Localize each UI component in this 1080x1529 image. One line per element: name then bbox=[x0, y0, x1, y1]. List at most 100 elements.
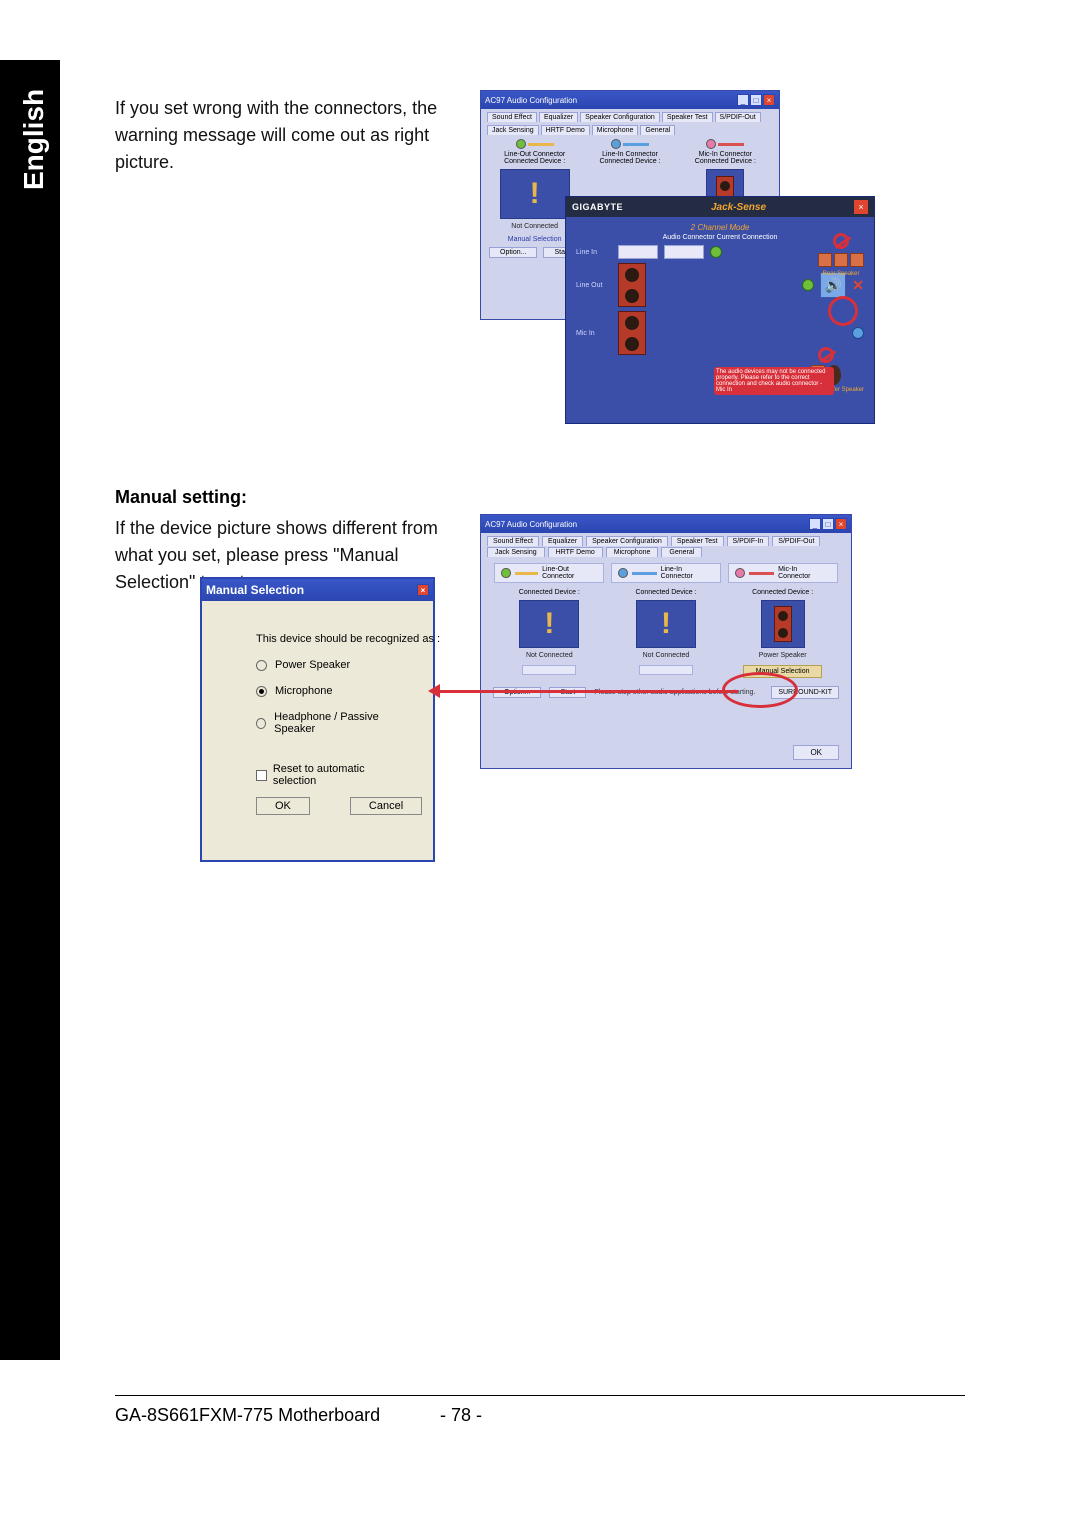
option-button-top[interactable]: Option... bbox=[489, 247, 537, 258]
tab-speaker-config-2[interactable]: Speaker Configuration bbox=[586, 536, 668, 546]
language-label: English bbox=[18, 89, 50, 190]
minimize-icon[interactable]: _ bbox=[809, 518, 821, 530]
status-3: Power Speaker bbox=[759, 652, 807, 659]
cancel-button[interactable]: Cancel bbox=[350, 797, 422, 815]
speaker-icon bbox=[618, 311, 646, 355]
tab-jack-sensing-2[interactable]: Jack Sensing bbox=[487, 547, 545, 557]
tab-sound-effect-2[interactable]: Sound Effect bbox=[487, 536, 539, 546]
exclamation-icon: ! bbox=[544, 607, 554, 641]
manual-prompt: This device should be recognized as : bbox=[256, 633, 409, 645]
line-in-label: Line-In Connector bbox=[602, 151, 658, 158]
jacksense-titlebar: GIGABYTE Jack-Sense × bbox=[566, 197, 874, 217]
maximize-icon[interactable]: □ bbox=[750, 94, 762, 106]
ok-button[interactable]: OK bbox=[256, 797, 310, 815]
pin-green-icon bbox=[802, 279, 814, 291]
footer-page-number: - 78 - bbox=[440, 1405, 482, 1426]
warning-screenshot: AC97 Audio Configuration _ □ × Sound Eff… bbox=[480, 90, 880, 425]
radio-headphone[interactable]: Headphone / Passive Speaker bbox=[256, 711, 409, 735]
ok-button-2[interactable]: OK bbox=[793, 745, 839, 760]
exclamation-icon: ! bbox=[661, 607, 671, 641]
close-icon[interactable]: × bbox=[417, 584, 429, 596]
highlight-circle bbox=[828, 296, 858, 326]
reset-auto-checkbox[interactable]: Reset to automatic selection bbox=[256, 763, 409, 787]
tab-spdif-out[interactable]: S/PDIF-Out bbox=[715, 112, 761, 122]
linein-row-label: Line In bbox=[576, 249, 612, 256]
exclamation-icon: ! bbox=[530, 177, 540, 211]
connected-device-label-1: Connected Device : bbox=[504, 158, 565, 165]
connected-device-label-2: Connected Device : bbox=[599, 158, 660, 165]
footer-divider bbox=[115, 1395, 965, 1396]
tab-row-top1: Sound Effect Equalizer Speaker Configura… bbox=[481, 109, 779, 122]
lineout-row-label: Line Out bbox=[576, 282, 612, 289]
jacksense-window: GIGABYTE Jack-Sense × 2 Channel Mode Aud… bbox=[565, 196, 875, 424]
manual-selection-title: Manual Selection bbox=[206, 583, 304, 597]
tab-sound-effect[interactable]: Sound Effect bbox=[487, 112, 537, 122]
status-2: Not Connected bbox=[643, 652, 690, 659]
maximize-icon[interactable]: □ bbox=[822, 518, 834, 530]
close-icon[interactable]: × bbox=[763, 94, 775, 106]
tab-hrtf[interactable]: HRTF Demo bbox=[541, 125, 590, 135]
cd-label-1: Connected Device : bbox=[519, 589, 580, 596]
tab-spdif-out-2[interactable]: S/PDIF-Out bbox=[772, 536, 820, 546]
minimize-icon[interactable]: _ bbox=[737, 94, 749, 106]
slot-2 bbox=[639, 665, 693, 675]
radio-power-speaker[interactable]: Power Speaker bbox=[256, 659, 409, 671]
ac97-title-text-2: AC97 Audio Configuration bbox=[485, 520, 577, 529]
warning-message: The audio devices may not be connected p… bbox=[714, 367, 834, 395]
tab-spdif-in-2[interactable]: S/PDIF-In bbox=[727, 536, 770, 546]
cd-label-2: Connected Device : bbox=[635, 589, 696, 596]
not-connected-1: Not Connected bbox=[511, 223, 558, 230]
speaker-icon bbox=[618, 263, 646, 307]
status-1: Not Connected bbox=[526, 652, 573, 659]
ac97-titlebar-top: AC97 Audio Configuration _ □ × bbox=[481, 91, 779, 109]
line-in-hdr: Line-In Connector bbox=[661, 566, 714, 580]
tab-hrtf-2[interactable]: HRTF Demo bbox=[548, 547, 603, 557]
radio-microphone[interactable]: Microphone bbox=[256, 685, 409, 697]
ac97-title-text: AC97 Audio Configuration bbox=[485, 96, 577, 105]
tab-speaker-test[interactable]: Speaker Test bbox=[662, 112, 713, 122]
manual-setting-heading: Manual setting: bbox=[115, 487, 247, 508]
cd-label-3: Connected Device : bbox=[752, 589, 813, 596]
tab-equalizer[interactable]: Equalizer bbox=[539, 112, 578, 122]
line-out-hdr: Line-Out Connector bbox=[542, 566, 597, 580]
tab-speaker-config[interactable]: Speaker Configuration bbox=[580, 112, 660, 122]
close-icon[interactable]: × bbox=[854, 200, 868, 214]
prohibit-icon bbox=[818, 347, 834, 363]
channel-mode-label: 2 Channel Mode bbox=[576, 223, 864, 232]
tab-jack-sensing[interactable]: Jack Sensing bbox=[487, 125, 539, 135]
prohibit-icon bbox=[833, 233, 849, 249]
tab-microphone-2[interactable]: Microphone bbox=[606, 547, 659, 557]
tab-general-2[interactable]: General bbox=[661, 547, 702, 557]
tab-microphone[interactable]: Microphone bbox=[592, 125, 639, 135]
rear-speaker-label: Rear Speaker bbox=[822, 271, 859, 277]
pin-blue-icon bbox=[852, 327, 864, 339]
speaker-icon bbox=[774, 606, 792, 642]
red-arrow bbox=[438, 690, 738, 693]
manual-selection-dialog: Manual Selection × This device should be… bbox=[200, 577, 435, 862]
mini-speaker-icons bbox=[818, 253, 864, 267]
intro-paragraph: If you set wrong with the connectors, th… bbox=[115, 95, 465, 176]
mic-in-hdr: Mic-In Connector bbox=[778, 566, 831, 580]
slot-1 bbox=[522, 665, 576, 675]
tab-speaker-test-2[interactable]: Speaker Test bbox=[671, 536, 724, 546]
jacksense-title: Jack-Sense bbox=[711, 202, 766, 213]
connected-device-label-3: Connected Device : bbox=[695, 158, 756, 165]
tab-row-top2: Jack Sensing HRTF Demo Microphone Genera… bbox=[481, 122, 779, 135]
tab-equalizer-2[interactable]: Equalizer bbox=[542, 536, 583, 546]
gigabyte-logo: GIGABYTE bbox=[572, 202, 623, 212]
manual-selection-titlebar: Manual Selection × bbox=[202, 579, 433, 601]
language-band bbox=[0, 60, 60, 1360]
line-out-label: Line-Out Connector bbox=[504, 151, 565, 158]
highlight-oval bbox=[722, 672, 798, 708]
mic-in-label: Mic-In Connector bbox=[699, 151, 752, 158]
pin-green-icon bbox=[710, 246, 722, 258]
footer-product: GA-8S661FXM-775 Motherboard bbox=[115, 1405, 380, 1426]
speaker-glyph-icon: 🔊 bbox=[825, 277, 842, 294]
close-icon[interactable]: × bbox=[835, 518, 847, 530]
ac97-titlebar-bottom: AC97 Audio Configuration _ □ × bbox=[481, 515, 851, 533]
ac97-window-bottom: AC97 Audio Configuration _ □ × Sound Eff… bbox=[480, 514, 852, 769]
manual-selection-link-1[interactable]: Manual Selection bbox=[508, 236, 562, 243]
micin-row-label: Mic In bbox=[576, 330, 612, 337]
x-icon[interactable]: ✕ bbox=[852, 277, 864, 294]
tab-general[interactable]: General bbox=[640, 125, 675, 135]
